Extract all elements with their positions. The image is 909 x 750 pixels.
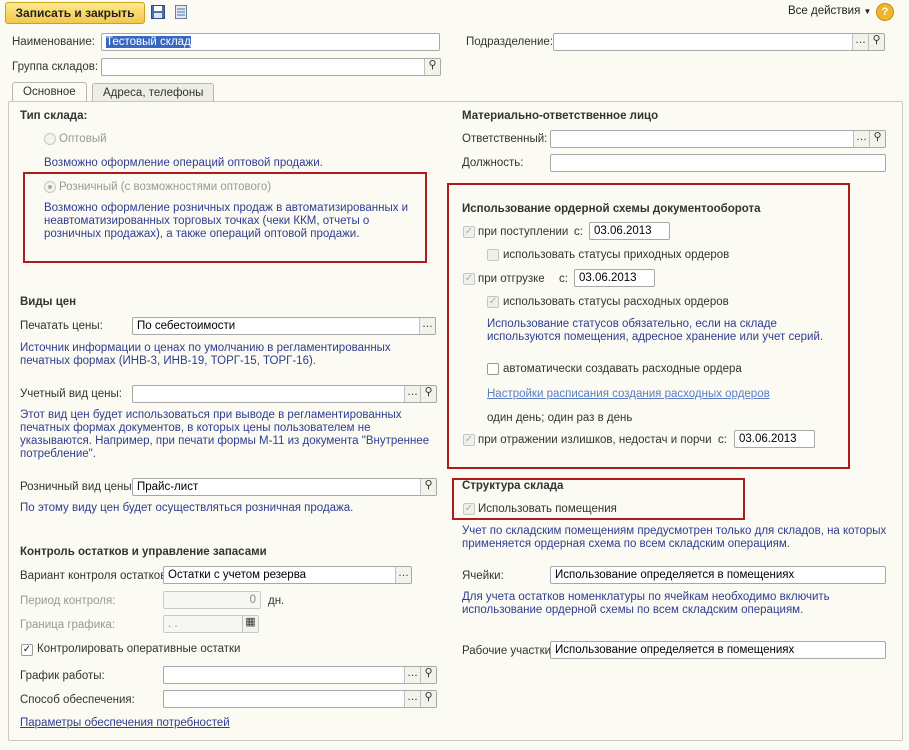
auto-create-label: автоматически создавать расходные ордера bbox=[503, 363, 742, 375]
division-label: Подразделение: bbox=[466, 36, 553, 48]
stock-title: Контроль остатков и управление запасами bbox=[20, 546, 267, 558]
supply-input[interactable]: … ⚲ bbox=[163, 690, 437, 708]
group-label: Группа складов: bbox=[12, 61, 99, 73]
account-price-info: Этот вид цен будет использоваться при вы… bbox=[20, 409, 430, 460]
group-input[interactable]: ⚲ bbox=[101, 58, 441, 76]
receipt-date-input[interactable]: 03.06.2013 bbox=[589, 222, 670, 240]
wholesale-info: Возможно оформление операций оптовой про… bbox=[44, 157, 323, 169]
variant-label: Вариант контроля остатков: bbox=[20, 570, 170, 582]
shipment-status-checkbox[interactable]: ✓ bbox=[487, 296, 499, 308]
period-input[interactable]: 0 bbox=[163, 591, 261, 609]
dots-icon[interactable]: … bbox=[853, 131, 869, 147]
params-link[interactable]: Параметры обеспечения потребностей bbox=[20, 717, 230, 729]
cells-label: Ячейки: bbox=[462, 570, 504, 582]
areas-label: Рабочие участки: bbox=[462, 645, 555, 657]
variant-input[interactable]: Остатки с учетом резерва … bbox=[163, 566, 412, 584]
search-icon[interactable]: ⚲ bbox=[869, 131, 885, 147]
calendar-icon[interactable]: ▦ bbox=[242, 616, 258, 632]
surplus-date-input[interactable]: 03.06.2013 bbox=[734, 430, 815, 448]
areas-input[interactable]: Использование определяется в помещениях bbox=[550, 641, 886, 659]
prices-title: Виды цен bbox=[20, 296, 77, 308]
shipment-date-input[interactable]: 03.06.2013 bbox=[574, 269, 655, 287]
print-prices-input[interactable]: По себестоимости … bbox=[132, 317, 436, 335]
name-input[interactable]: Тестовый склад bbox=[101, 33, 440, 51]
account-price-input[interactable]: … ⚲ bbox=[132, 385, 437, 403]
cells-info: Для учета остатков номенклатуры по ячейк… bbox=[462, 591, 830, 616]
type-title: Тип склада: bbox=[20, 110, 88, 122]
retail-radio[interactable] bbox=[44, 181, 56, 193]
search-icon[interactable]: ⚲ bbox=[420, 667, 436, 683]
period-label: Период контроля: bbox=[20, 595, 116, 607]
list-icon[interactable] bbox=[175, 5, 187, 19]
name-label: Наименование: bbox=[12, 36, 95, 48]
search-icon[interactable]: ⚲ bbox=[868, 34, 884, 50]
receipt-status-checkbox[interactable] bbox=[487, 249, 499, 261]
receipt-label: при поступлении bbox=[478, 226, 569, 238]
search-icon[interactable]: ⚲ bbox=[420, 691, 436, 707]
schedule-text: один день; один раз в день bbox=[487, 412, 633, 424]
wholesale-label: Оптовый bbox=[59, 133, 107, 145]
save-close-button[interactable]: Записать и закрыть bbox=[5, 2, 145, 24]
account-price-label: Учетный вид цены: bbox=[20, 388, 122, 400]
dots-icon[interactable]: … bbox=[404, 667, 420, 683]
schedule-label: График работы: bbox=[20, 670, 105, 682]
receipt-status-label: использовать статусы приходных ордеров bbox=[503, 249, 730, 261]
rooms-info: Учет по складским помещениям предусмотре… bbox=[462, 525, 887, 550]
surplus-label: при отражении излишков, недостач и порчи bbox=[478, 434, 712, 446]
shipment-checkbox[interactable]: ✓ bbox=[463, 273, 475, 285]
position-input[interactable] bbox=[550, 154, 886, 172]
receipt-checkbox[interactable]: ✓ bbox=[463, 226, 475, 238]
rooms-label: Использовать помещения bbox=[478, 503, 617, 515]
retail-info: Возможно оформление розничных продаж в а… bbox=[44, 202, 409, 240]
cells-input[interactable]: Использование определяется в помещениях bbox=[550, 566, 886, 584]
print-prices-label: Печатать цены: bbox=[20, 320, 103, 332]
save-icon[interactable] bbox=[151, 5, 165, 19]
wholesale-radio[interactable] bbox=[44, 133, 56, 145]
auto-create-checkbox[interactable] bbox=[487, 363, 499, 375]
schedule-input[interactable]: … ⚲ bbox=[163, 666, 437, 684]
rooms-checkbox[interactable]: ✓ bbox=[463, 503, 475, 515]
search-icon[interactable]: ⚲ bbox=[420, 386, 436, 402]
help-button[interactable]: ? bbox=[876, 3, 894, 21]
tab-addresses[interactable]: Адреса, телефоны bbox=[92, 83, 215, 102]
shipment-from-label: с: bbox=[559, 273, 568, 285]
surplus-checkbox[interactable]: ✓ bbox=[463, 434, 475, 446]
border-label: Граница графика: bbox=[20, 619, 116, 631]
shipment-label: при отгрузке bbox=[478, 273, 545, 285]
operative-checkbox[interactable]: ✓ bbox=[21, 644, 33, 656]
surplus-from-label: с: bbox=[718, 434, 727, 446]
responsible-label: Ответственный: bbox=[462, 133, 548, 145]
order-scheme-title: Использование ордерной схемы документооб… bbox=[462, 203, 761, 215]
division-input[interactable]: … ⚲ bbox=[553, 33, 885, 51]
search-icon[interactable]: ⚲ bbox=[420, 479, 436, 495]
dots-icon[interactable]: … bbox=[404, 691, 420, 707]
status-info: Использование статусов обязательно, если… bbox=[487, 318, 824, 343]
help-icon: ? bbox=[881, 6, 889, 18]
responsible-title: Материально-ответственное лицо bbox=[462, 110, 659, 122]
dots-icon[interactable]: … bbox=[404, 386, 420, 402]
save-close-label: Записать и закрыть bbox=[15, 6, 135, 20]
shipment-status-label: использовать статусы расходных ордеров bbox=[503, 296, 729, 308]
print-prices-info: Источник информации о ценах по умолчанию… bbox=[20, 342, 391, 367]
border-input[interactable]: . . ▦ bbox=[163, 615, 259, 633]
structure-title: Структура склада bbox=[462, 480, 564, 492]
all-actions-menu[interactable]: Все действия ▼ bbox=[788, 5, 871, 17]
chevron-down-icon: ▼ bbox=[863, 7, 872, 16]
receipt-from-label: с: bbox=[574, 226, 583, 238]
dots-icon[interactable]: … bbox=[395, 567, 411, 583]
retail-label: Розничный (с возможностями оптового) bbox=[59, 181, 272, 193]
responsible-input[interactable]: … ⚲ bbox=[550, 130, 886, 148]
dots-icon[interactable]: … bbox=[419, 318, 435, 334]
position-label: Должность: bbox=[462, 157, 524, 169]
search-icon[interactable]: ⚲ bbox=[424, 59, 440, 75]
retail-price-label: Розничный вид цены: bbox=[20, 481, 135, 493]
schedule-settings-link[interactable]: Настройки расписания создания расходных … bbox=[487, 388, 770, 400]
dots-icon[interactable]: … bbox=[852, 34, 868, 50]
retail-price-input[interactable]: Прайс-лист ⚲ bbox=[132, 478, 437, 496]
tab-main[interactable]: Основное bbox=[12, 82, 87, 102]
supply-label: Способ обеспечения: bbox=[20, 694, 135, 706]
operative-label: Контролировать оперативные остатки bbox=[37, 643, 241, 655]
period-unit: дн. bbox=[268, 595, 285, 607]
retail-price-info: По этому виду цен будет осуществляться р… bbox=[20, 502, 354, 514]
